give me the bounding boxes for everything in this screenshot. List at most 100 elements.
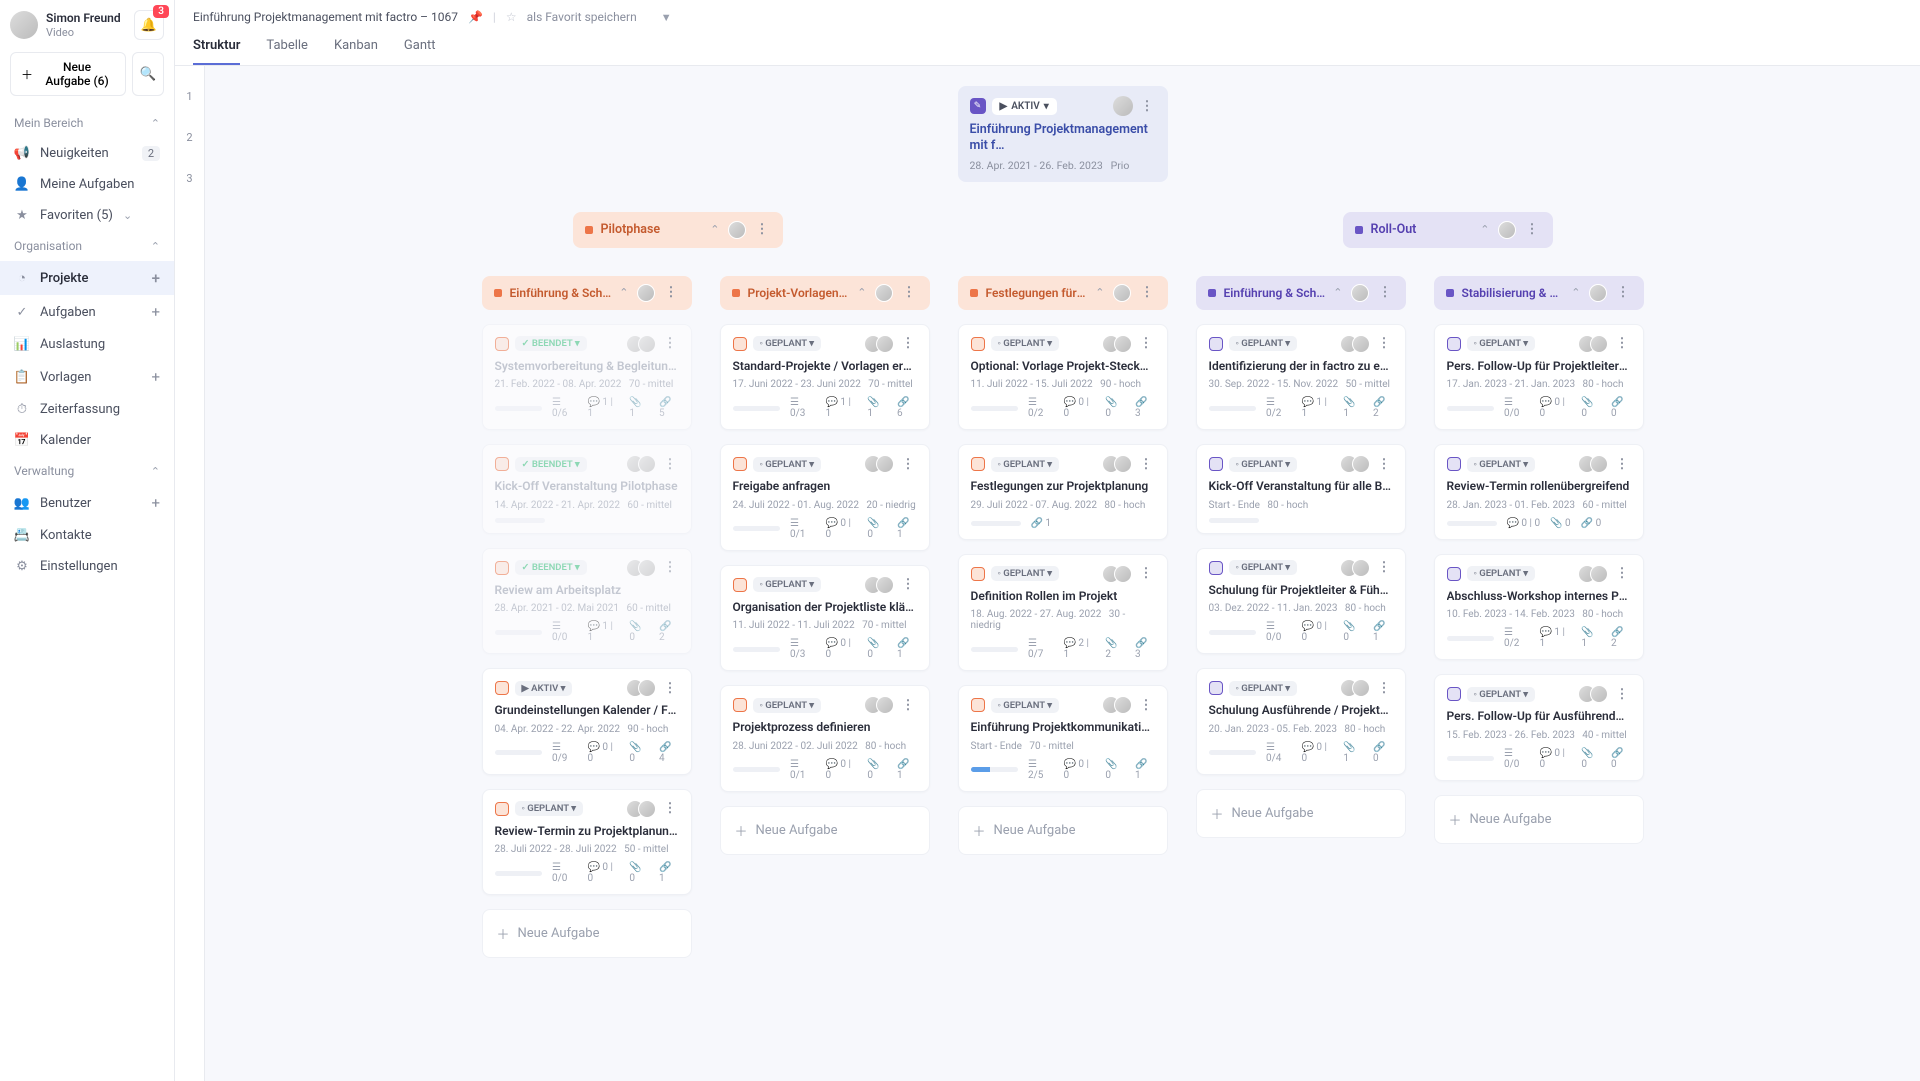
add-task-button[interactable]: ＋Neue Aufgabe — [720, 806, 930, 855]
more-icon[interactable]: ⋮ — [662, 336, 679, 351]
more-icon[interactable]: ⋮ — [1139, 99, 1156, 114]
plus-icon[interactable]: + — [151, 368, 160, 386]
more-icon[interactable]: ⋮ — [900, 336, 917, 351]
column-header[interactable]: Festlegungen fürs Pro…⌃⋮ — [958, 276, 1168, 310]
task-card[interactable]: ◦ GEPLANT ▾ ⋮ Freigabe anfragen 24. Juli… — [720, 444, 930, 551]
more-icon[interactable]: ⋮ — [1138, 457, 1155, 472]
nav-item[interactable]: 📋Vorlagen+ — [0, 360, 174, 394]
task-card[interactable]: ✓ BEENDET ▾ ⋮ Review am Arbeitsplatz 28.… — [482, 548, 692, 655]
plus-icon[interactable]: + — [151, 494, 160, 512]
column-header[interactable]: Einführung & Schulun…⌃⋮ — [482, 276, 692, 310]
tab-struktur[interactable]: Struktur — [193, 30, 240, 65]
nav-item[interactable]: 📅Kalender — [0, 425, 174, 456]
task-status[interactable]: ◦ GEPLANT ▾ — [753, 577, 822, 592]
more-icon[interactable]: ⋮ — [900, 698, 917, 713]
task-status[interactable]: ◦ GEPLANT ▾ — [1467, 687, 1536, 702]
task-status[interactable]: ◦ GEPLANT ▾ — [991, 457, 1060, 472]
task-status[interactable]: ◦ GEPLANT ▾ — [1229, 560, 1298, 575]
task-status[interactable]: ◦ GEPLANT ▾ — [1229, 457, 1298, 472]
column-header[interactable]: Einführung & Schulung⌃⋮ — [1196, 276, 1406, 310]
task-status[interactable]: ◦ GEPLANT ▾ — [1467, 566, 1536, 581]
more-icon[interactable]: ⋮ — [662, 560, 679, 575]
column-header[interactable]: Projekt-Vorlagen / -P…⌃⋮ — [720, 276, 930, 310]
more-icon[interactable]: ⋮ — [662, 801, 679, 816]
task-status[interactable]: ▶ AKTIV ▾ — [515, 681, 573, 696]
task-card[interactable]: ◦ GEPLANT ▾ ⋮ Optional: Vorlage Projekt-… — [958, 324, 1168, 431]
favorite-label[interactable]: als Favorit speichern — [527, 10, 637, 24]
chevron-up-icon[interactable]: ⌃ — [1095, 286, 1104, 299]
task-status[interactable]: ◦ GEPLANT ▾ — [1229, 336, 1298, 351]
task-status[interactable]: ✓ BEENDET ▾ — [515, 336, 587, 351]
task-card[interactable]: ◦ GEPLANT ▾ ⋮ Pers. Follow-Up für Ausfüh… — [1434, 674, 1644, 781]
task-card[interactable]: ◦ GEPLANT ▾ ⋮ Projektprozess definieren … — [720, 685, 930, 792]
chevron-up-icon[interactable]: ⌃ — [710, 223, 719, 236]
more-icon[interactable]: ⋮ — [901, 285, 918, 300]
more-icon[interactable]: ⋮ — [1614, 687, 1631, 702]
task-card[interactable]: ◦ GEPLANT ▾ ⋮ Festlegungen zur Projektpl… — [958, 444, 1168, 540]
task-status[interactable]: ◦ GEPLANT ▾ — [753, 457, 822, 472]
chevron-up-icon[interactable]: ⌃ — [1333, 286, 1342, 299]
task-status[interactable]: ◦ GEPLANT ▾ — [1229, 681, 1298, 696]
plus-icon[interactable]: + — [151, 303, 160, 321]
nav-item[interactable]: 📇Kontakte — [0, 520, 174, 551]
task-status[interactable]: ◦ GEPLANT ▾ — [515, 801, 584, 816]
nav-item[interactable]: 👤Meine Aufgaben — [0, 169, 174, 200]
pin-icon[interactable]: 📌 — [468, 10, 483, 24]
tab-kanban[interactable]: Kanban — [334, 30, 378, 65]
new-task-button[interactable]: ＋ Neue Aufgabe (6) — [10, 52, 126, 96]
more-icon[interactable]: ⋮ — [1377, 285, 1394, 300]
task-status[interactable]: ◦ GEPLANT ▾ — [991, 566, 1060, 581]
search-button[interactable]: 🔍 — [132, 52, 164, 96]
chevron-up-icon[interactable]: ⌃ — [1480, 223, 1489, 236]
add-task-button[interactable]: ＋Neue Aufgabe — [958, 806, 1168, 855]
task-status[interactable]: ◦ GEPLANT ▾ — [991, 336, 1060, 351]
more-icon[interactable]: ⋮ — [1376, 560, 1393, 575]
more-icon[interactable]: ⋮ — [662, 457, 679, 472]
nav-item[interactable]: ◔Projekte+ — [0, 261, 174, 295]
task-card[interactable]: ◦ GEPLANT ▾ ⋮ Identifizierung der in fac… — [1196, 324, 1406, 431]
nav-header-org[interactable]: Organisation⌃ — [0, 231, 174, 261]
add-task-button[interactable]: ＋Neue Aufgabe — [1196, 789, 1406, 838]
phase-card[interactable]: Roll-Out⌃⋮ — [1343, 212, 1553, 248]
task-card[interactable]: ◦ GEPLANT ▾ ⋮ Schulung Ausführende / Pro… — [1196, 668, 1406, 775]
notifications-button[interactable]: 🔔 3 — [134, 10, 164, 40]
user-avatar[interactable] — [10, 11, 38, 39]
tab-tabelle[interactable]: Tabelle — [266, 30, 308, 65]
task-card[interactable]: ✓ BEENDET ▾ ⋮ Kick-Off Veranstaltung Pil… — [482, 444, 692, 534]
plus-icon[interactable]: + — [152, 269, 160, 287]
task-card[interactable]: ◦ GEPLANT ▾ ⋮ Definition Rollen im Proje… — [958, 554, 1168, 672]
task-card[interactable]: ◦ GEPLANT ▾ ⋮ Abschluss-Workshop interne… — [1434, 554, 1644, 661]
nav-item[interactable]: ★Favoriten (5)⌄ — [0, 200, 174, 231]
column-header[interactable]: Stabilisierung & Evalu…⌃⋮ — [1434, 276, 1644, 310]
nav-item[interactable]: 📢Neuigkeiten2 — [0, 138, 174, 169]
more-icon[interactable]: ⋮ — [754, 222, 771, 237]
task-card[interactable]: ◦ GEPLANT ▾ ⋮ Review-Termin rollenübergr… — [1434, 444, 1644, 540]
more-icon[interactable]: ⋮ — [1376, 457, 1393, 472]
task-status[interactable]: ◦ GEPLANT ▾ — [1467, 336, 1536, 351]
task-card[interactable]: ◦ GEPLANT ▾ ⋮ Schulung für Projektleiter… — [1196, 548, 1406, 655]
chevron-up-icon[interactable]: ⌃ — [1571, 286, 1580, 299]
chevron-up-icon[interactable]: ⌃ — [857, 286, 866, 299]
task-card[interactable]: ◦ GEPLANT ▾ ⋮ Kick-Off Veranstaltung für… — [1196, 444, 1406, 534]
tab-gantt[interactable]: Gantt — [404, 30, 436, 65]
task-card[interactable]: ◦ GEPLANT ▾ ⋮ Organisation der Projektli… — [720, 565, 930, 672]
task-card[interactable]: ▶ AKTIV ▾ ⋮ Grundeinstellungen Kalender … — [482, 668, 692, 775]
root-status[interactable]: ▶ AKTIV ▾ — [992, 98, 1057, 115]
task-status[interactable]: ✓ BEENDET ▾ — [515, 457, 587, 472]
task-card[interactable]: ◦ GEPLANT ▾ ⋮ Einführung Projektkommunik… — [958, 685, 1168, 792]
more-icon[interactable]: ⋮ — [1614, 457, 1631, 472]
more-icon[interactable]: ⋮ — [1376, 681, 1393, 696]
more-icon[interactable]: ⋮ — [900, 457, 917, 472]
chevron-down-icon[interactable]: ▼ — [661, 11, 672, 24]
star-icon[interactable]: ☆ — [506, 10, 517, 24]
nav-item[interactable]: ⚙Einstellungen — [0, 551, 174, 582]
add-task-button[interactable]: ＋Neue Aufgabe — [1434, 795, 1644, 844]
task-status[interactable]: ◦ GEPLANT ▾ — [753, 336, 822, 351]
more-icon[interactable]: ⋮ — [1376, 336, 1393, 351]
task-card[interactable]: ◦ GEPLANT ▾ ⋮ Review-Termin zu Projektpl… — [482, 789, 692, 896]
task-card[interactable]: ◦ GEPLANT ▾ ⋮ Pers. Follow-Up für Projek… — [1434, 324, 1644, 431]
chevron-up-icon[interactable]: ⌃ — [619, 286, 628, 299]
add-task-button[interactable]: ＋Neue Aufgabe — [482, 909, 692, 958]
more-icon[interactable]: ⋮ — [1614, 566, 1631, 581]
root-card[interactable]: ✎ ▶ AKTIV ▾ ⋮ Einführung Projektmanageme… — [958, 86, 1168, 182]
